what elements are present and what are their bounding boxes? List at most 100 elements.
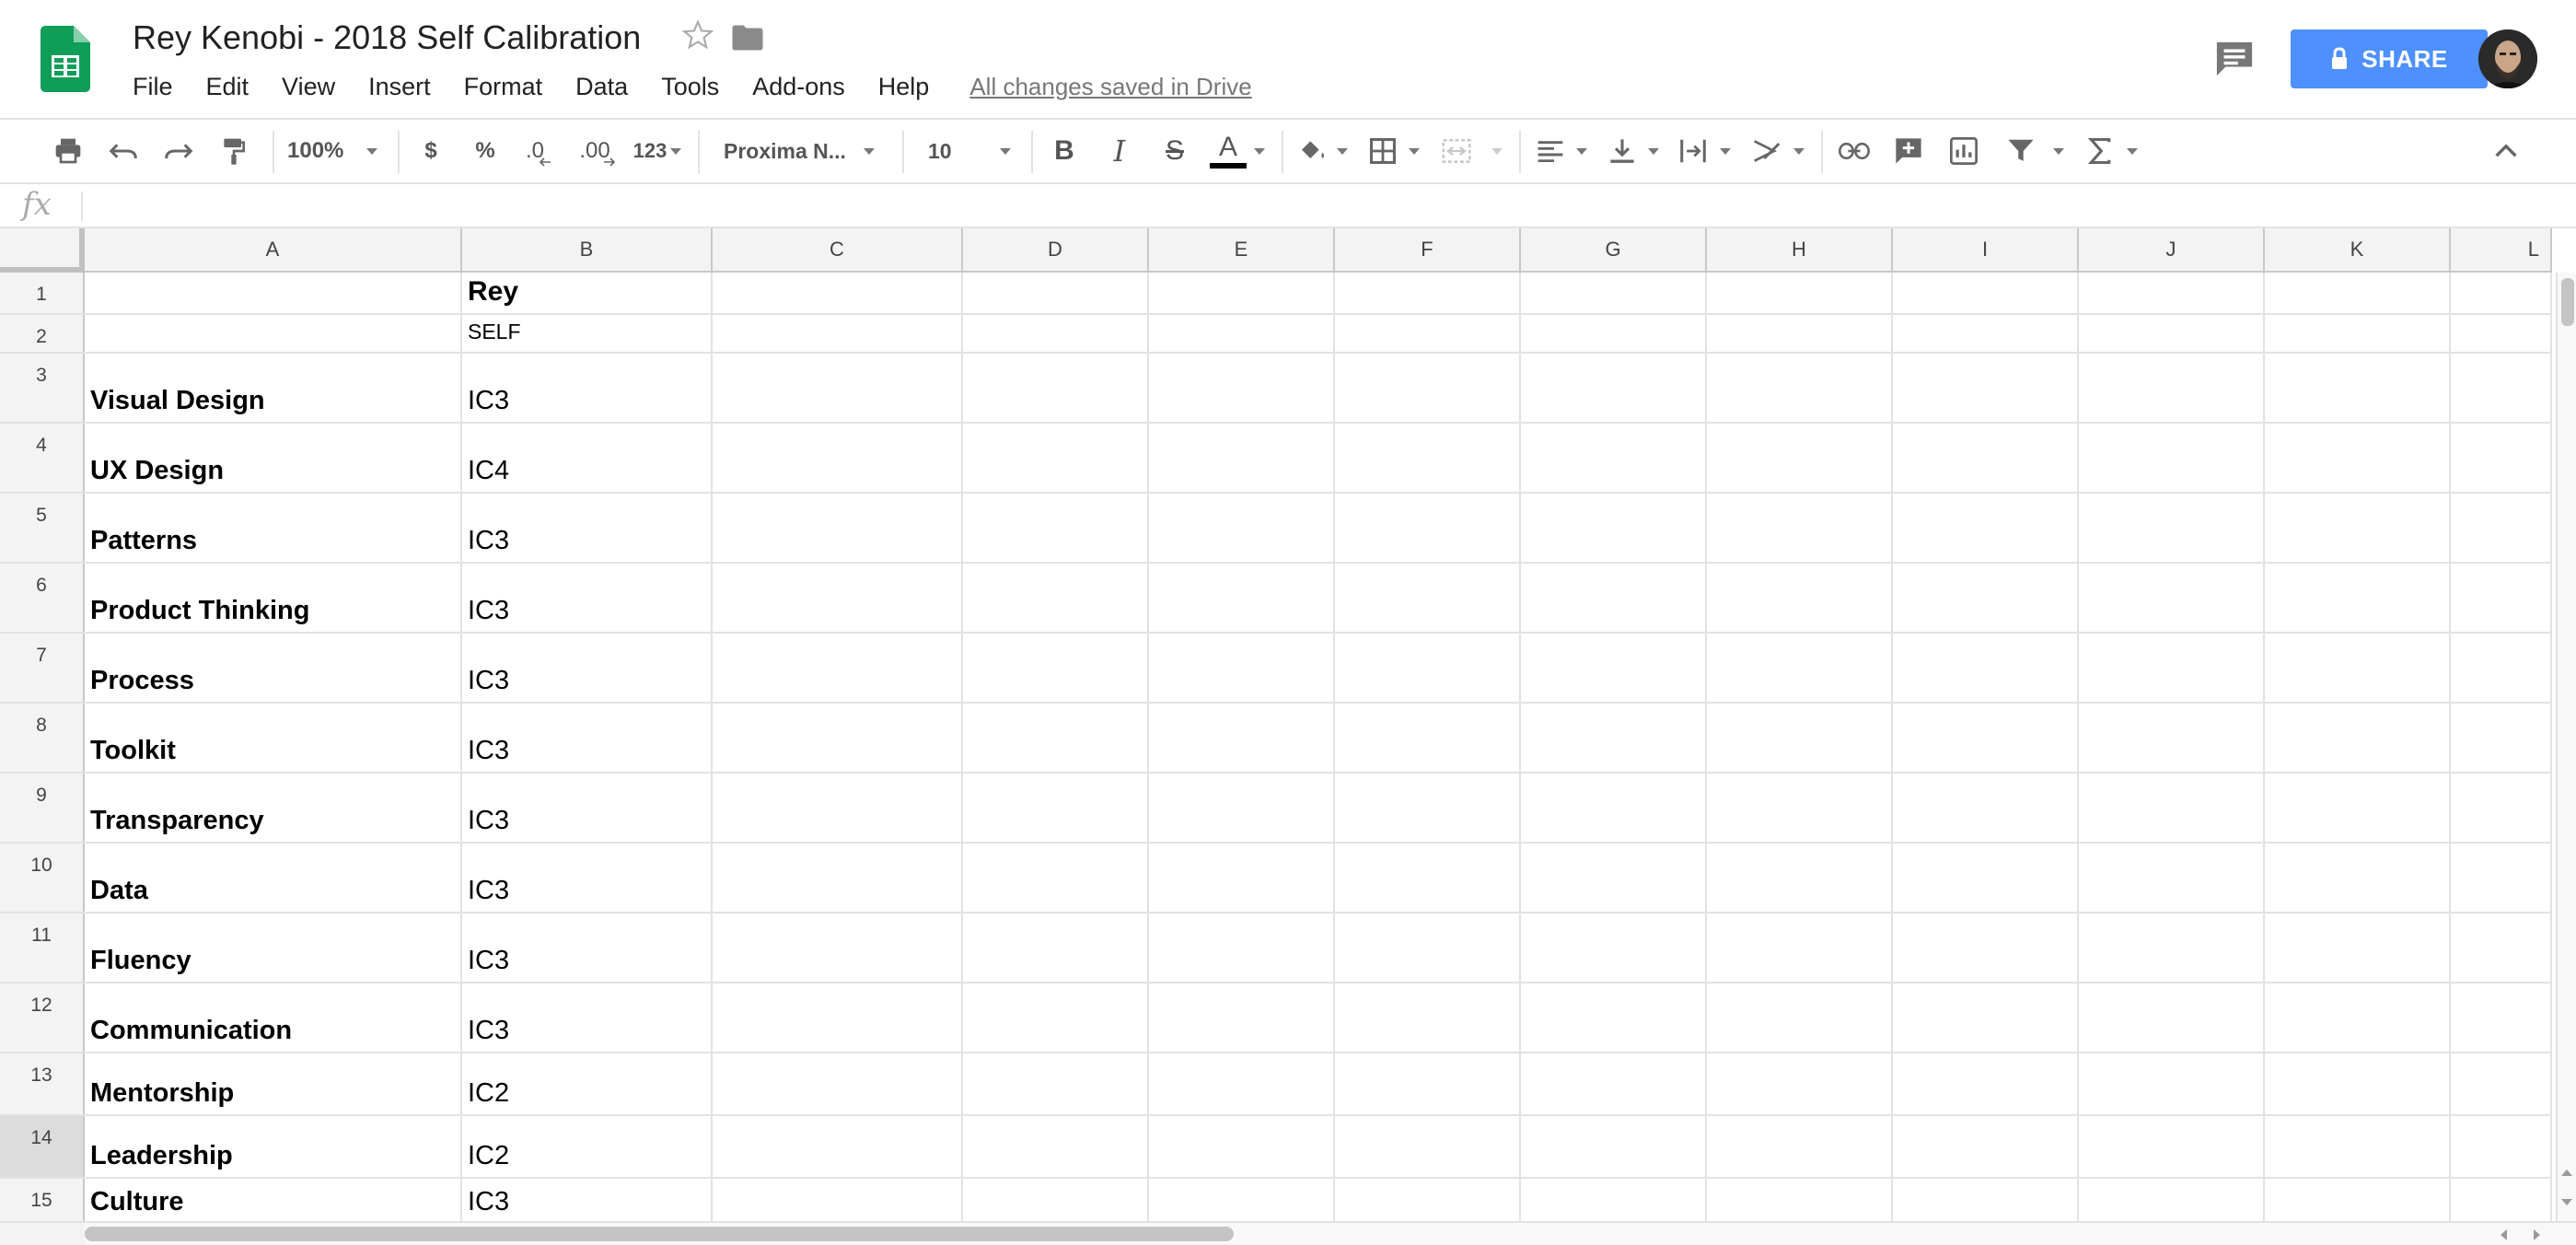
- cell-c1[interactable]: [713, 273, 963, 313]
- cell-f14[interactable]: [1335, 1116, 1521, 1177]
- cell-f10[interactable]: [1335, 844, 1521, 912]
- cell-f1[interactable]: [1335, 273, 1521, 313]
- cell-d13[interactable]: [963, 1053, 1149, 1114]
- cell-l15[interactable]: [2451, 1179, 2552, 1223]
- cell-k2[interactable]: [2265, 315, 2451, 352]
- cell-e8[interactable]: [1149, 704, 1335, 772]
- cell-j2[interactable]: [2079, 315, 2265, 352]
- cell-j6[interactable]: [2079, 564, 2265, 632]
- cell-c13[interactable]: [713, 1053, 963, 1114]
- menu-view[interactable]: View: [282, 73, 335, 101]
- cell-h9[interactable]: [1707, 774, 1893, 842]
- row-header[interactable]: 3: [0, 354, 85, 422]
- cell-c4[interactable]: [713, 424, 963, 492]
- row-header[interactable]: 5: [0, 494, 85, 562]
- menu-insert[interactable]: Insert: [368, 73, 431, 101]
- cell-h8[interactable]: [1707, 704, 1893, 772]
- cell-l1[interactable]: [2451, 273, 2552, 313]
- cell-f9[interactable]: [1335, 774, 1521, 842]
- borders-icon[interactable]: [1364, 120, 1401, 182]
- cell-j10[interactable]: [2079, 844, 2265, 912]
- row-header[interactable]: 12: [0, 983, 85, 1052]
- cell-b4[interactable]: IC4: [462, 424, 713, 492]
- cell-e15[interactable]: [1149, 1179, 1335, 1223]
- paint-format-icon[interactable]: [214, 120, 254, 182]
- strikethrough-button[interactable]: S: [1155, 120, 1195, 182]
- column-header-k[interactable]: K: [2265, 228, 2451, 273]
- text-rotation-icon[interactable]: [1747, 120, 1786, 182]
- row-header[interactable]: 13: [0, 1053, 85, 1114]
- scroll-up-arrow-icon[interactable]: [2561, 1169, 2572, 1176]
- scroll-left-arrow-icon[interactable]: [2501, 1229, 2507, 1240]
- cell-c14[interactable]: [713, 1116, 963, 1177]
- cell-h5[interactable]: [1707, 494, 1893, 562]
- menu-file[interactable]: File: [133, 73, 173, 101]
- cell-b6[interactable]: IC3: [462, 564, 713, 632]
- cell-j5[interactable]: [2079, 494, 2265, 562]
- hide-menus-chevron-up-icon[interactable]: [2486, 120, 2526, 182]
- cell-d7[interactable]: [963, 634, 1149, 702]
- cell-e10[interactable]: [1149, 844, 1335, 912]
- share-button[interactable]: SHARE: [2291, 29, 2488, 88]
- cell-k8[interactable]: [2265, 704, 2451, 772]
- cell-c3[interactable]: [713, 354, 963, 422]
- cell-e12[interactable]: [1149, 983, 1335, 1052]
- align-left-icon[interactable]: [1532, 120, 1569, 182]
- cell-b12[interactable]: IC3: [462, 983, 713, 1052]
- cell-j8[interactable]: [2079, 704, 2265, 772]
- cell-h10[interactable]: [1707, 844, 1893, 912]
- cell-b3[interactable]: IC3: [462, 354, 713, 422]
- cell-l3[interactable]: [2451, 354, 2552, 422]
- cell-e5[interactable]: [1149, 494, 1335, 562]
- cell-f12[interactable]: [1335, 983, 1521, 1052]
- cell-d15[interactable]: [963, 1179, 1149, 1223]
- cell-i14[interactable]: [1893, 1116, 2079, 1177]
- cell-f8[interactable]: [1335, 704, 1521, 772]
- cell-i12[interactable]: [1893, 983, 2079, 1052]
- vertical-scroll-thumb[interactable]: [2561, 278, 2574, 326]
- currency-format-button[interactable]: $: [412, 120, 449, 182]
- column-header-b[interactable]: B: [462, 228, 713, 273]
- cell-a13[interactable]: Mentorship: [85, 1053, 462, 1114]
- cell-g11[interactable]: [1521, 913, 1707, 982]
- functions-icon[interactable]: [2083, 120, 2118, 182]
- horizontal-scrollbar[interactable]: [85, 1221, 2576, 1245]
- percent-format-button[interactable]: %: [466, 120, 505, 182]
- cell-b2[interactable]: SELF: [462, 315, 713, 352]
- cell-l10[interactable]: [2451, 844, 2552, 912]
- row-header[interactable]: 6: [0, 564, 85, 632]
- cell-i1[interactable]: [1893, 273, 2079, 313]
- cell-a9[interactable]: Transparency: [85, 774, 462, 842]
- cell-j15[interactable]: [2079, 1179, 2265, 1223]
- cell-d3[interactable]: [963, 354, 1149, 422]
- cell-h7[interactable]: [1707, 634, 1893, 702]
- cell-g15[interactable]: [1521, 1179, 1707, 1223]
- cell-e2[interactable]: [1149, 315, 1335, 352]
- cell-a4[interactable]: UX Design: [85, 424, 462, 492]
- cell-l2[interactable]: [2451, 315, 2552, 352]
- cell-d12[interactable]: [963, 983, 1149, 1052]
- menu-edit[interactable]: Edit: [206, 73, 249, 101]
- cell-i3[interactable]: [1893, 354, 2079, 422]
- cell-f6[interactable]: [1335, 564, 1521, 632]
- vertical-align-icon[interactable]: [1604, 120, 1641, 182]
- cell-g8[interactable]: [1521, 704, 1707, 772]
- cell-i5[interactable]: [1893, 494, 2079, 562]
- cell-c7[interactable]: [713, 634, 963, 702]
- column-header-h[interactable]: H: [1707, 228, 1893, 273]
- row-header[interactable]: 9: [0, 774, 85, 842]
- cell-j13[interactable]: [2079, 1053, 2265, 1114]
- cell-a1[interactable]: [85, 273, 462, 313]
- cell-j7[interactable]: [2079, 634, 2265, 702]
- cell-l6[interactable]: [2451, 564, 2552, 632]
- cell-b1[interactable]: Rey: [462, 273, 713, 313]
- cell-c12[interactable]: [713, 983, 963, 1052]
- cell-b7[interactable]: IC3: [462, 634, 713, 702]
- cell-d11[interactable]: [963, 913, 1149, 982]
- decrease-decimal-button[interactable]: .0: [517, 120, 560, 182]
- cell-b10[interactable]: IC3: [462, 844, 713, 912]
- column-header-a[interactable]: A: [85, 228, 462, 273]
- cell-l14[interactable]: [2451, 1116, 2552, 1177]
- insert-chart-icon[interactable]: [1944, 120, 1983, 182]
- cell-c8[interactable]: [713, 704, 963, 772]
